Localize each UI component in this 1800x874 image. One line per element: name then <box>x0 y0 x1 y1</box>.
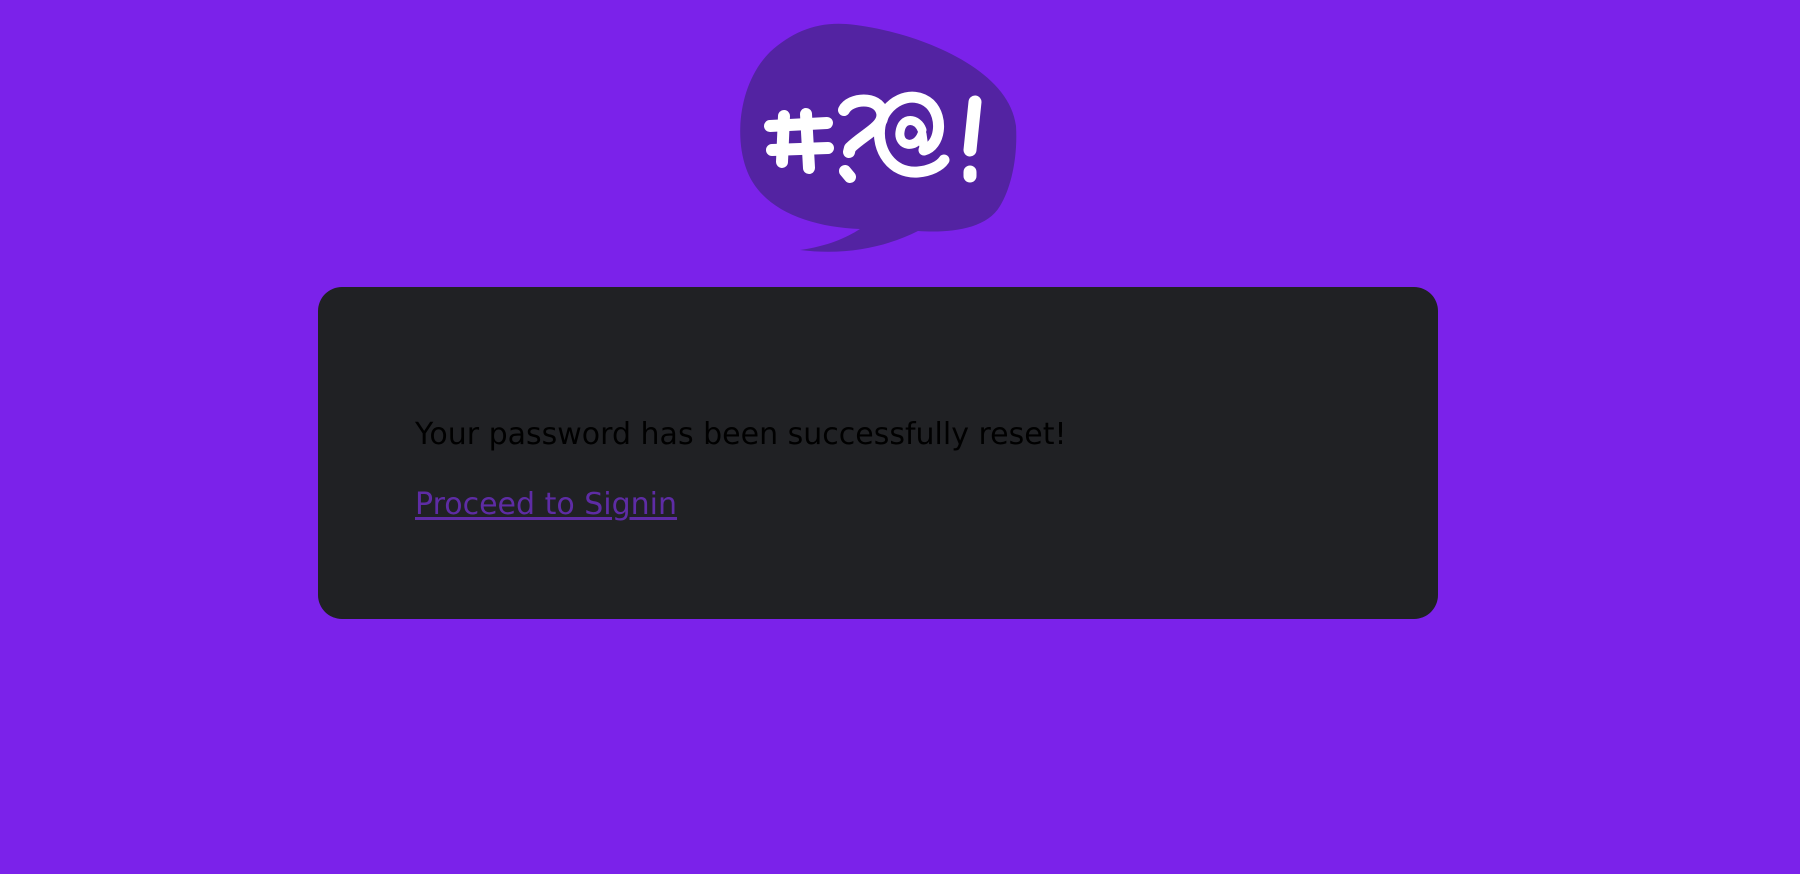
reset-success-card: Your password has been successfully rese… <box>318 287 1438 619</box>
success-message: Your password has been successfully rese… <box>415 417 1067 452</box>
proceed-to-signin-link[interactable]: Proceed to Signin <box>415 485 677 525</box>
app-logo <box>738 22 1020 258</box>
speech-bubble-symbols-icon <box>740 23 1017 252</box>
page: { "colors": { "page_background": "#7b22e… <box>0 0 1800 874</box>
